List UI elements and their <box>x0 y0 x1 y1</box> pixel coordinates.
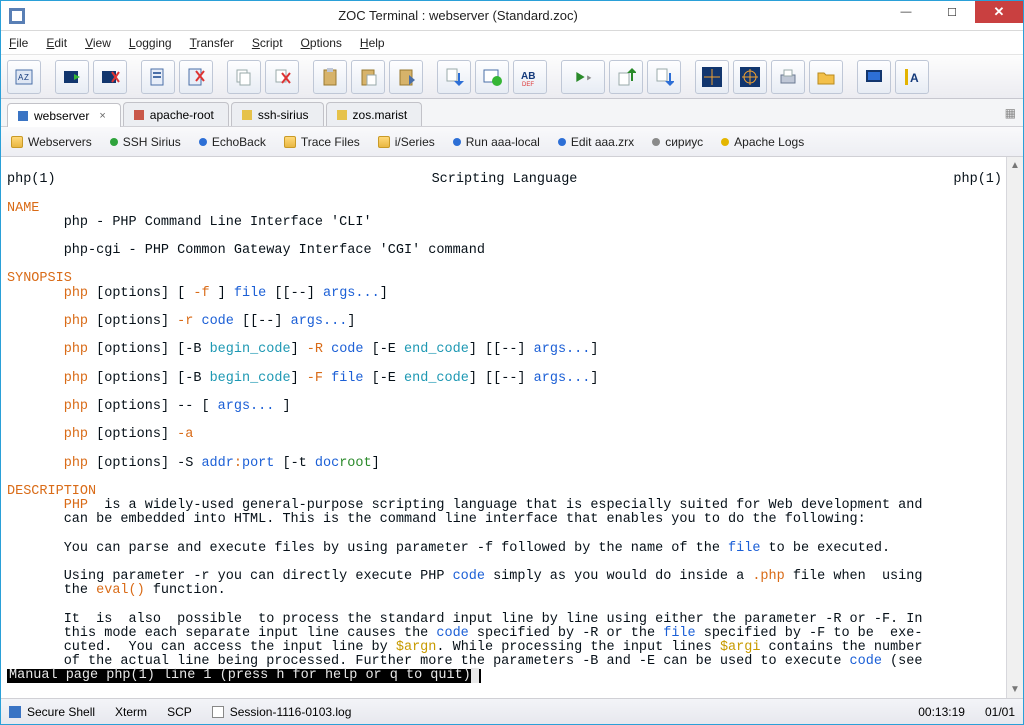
close-button[interactable]: ✕ <box>975 1 1023 23</box>
tab-icon <box>18 111 28 121</box>
ql-edit-aaa[interactable]: Edit aaa.zrx <box>558 135 634 149</box>
tab-webserver[interactable]: webserver × <box>7 103 121 127</box>
man-header-left: php(1) <box>7 173 56 187</box>
folder-icon <box>284 136 296 148</box>
section-name: NAME <box>7 201 39 216</box>
ql-sirius-ru[interactable]: сириус <box>652 135 703 149</box>
status-log[interactable]: Session-1116-0103.log <box>212 705 352 719</box>
tb-target2[interactable] <box>733 60 767 94</box>
text-line: php-cgi - PHP Common Gateway Interface '… <box>7 243 485 258</box>
tab-label: ssh-sirius <box>258 108 309 122</box>
title-bar: ZOC Terminal : webserver (Standard.zoc) … <box>1 1 1023 31</box>
menu-help[interactable]: Help <box>360 36 385 50</box>
tab-icon <box>134 110 144 120</box>
ql-echoback[interactable]: EchoBack <box>199 135 266 149</box>
svg-text:AB: AB <box>521 71 535 82</box>
tb-profile-cancel[interactable] <box>179 60 213 94</box>
folder-icon <box>11 136 23 148</box>
menu-options[interactable]: Options <box>301 36 342 50</box>
svg-text:A: A <box>910 71 919 85</box>
man-status-line: Manual page php(1) line 1 (press h for h… <box>7 669 481 683</box>
status-protocol[interactable]: SCP <box>167 705 192 719</box>
menu-bar: File Edit View Logging Transfer Script O… <box>1 31 1023 55</box>
scroll-down-icon[interactable]: ▼ <box>1007 681 1023 698</box>
bullet-icon <box>558 138 566 146</box>
status-emulation[interactable]: Xterm <box>115 705 147 719</box>
section-synopsis: SYNOPSIS <box>7 271 72 286</box>
menu-file[interactable]: File <box>9 36 28 50</box>
menu-logging[interactable]: Logging <box>129 36 172 50</box>
tb-download[interactable] <box>437 60 471 94</box>
menu-edit[interactable]: Edit <box>46 36 67 50</box>
tab-label: apache-root <box>150 108 214 122</box>
terminal-wrap: php(1)Scripting Languagephp(1) NAME php … <box>1 157 1023 698</box>
session-tabs: webserver × apache-root ssh-sirius zos.m… <box>1 99 1023 127</box>
folder-icon <box>378 136 390 148</box>
tab-close-icon[interactable]: × <box>99 110 105 122</box>
tb-paste3[interactable] <box>389 60 423 94</box>
scroll-up-icon[interactable]: ▲ <box>1007 157 1023 174</box>
status-pos: 01/01 <box>985 705 1015 719</box>
tab-apache-root[interactable]: apache-root <box>123 102 229 126</box>
tb-paste2[interactable] <box>351 60 385 94</box>
menu-script[interactable]: Script <box>252 36 283 50</box>
svg-text:Z: Z <box>24 73 29 82</box>
ql-webservers[interactable]: Webservers <box>11 135 92 149</box>
tab-icon <box>242 110 252 120</box>
ql-ssh-sirius[interactable]: SSH Sirius <box>110 135 181 149</box>
terminal[interactable]: php(1)Scripting Languagephp(1) NAME php … <box>1 157 1006 698</box>
tb-download2[interactable] <box>647 60 681 94</box>
shell-icon <box>9 706 21 718</box>
section-description: DESCRIPTION <box>7 484 96 499</box>
tb-connect[interactable] <box>55 60 89 94</box>
tab-label: zos.marist <box>353 108 408 122</box>
tab-label: webserver <box>34 109 89 123</box>
status-time: 00:13:19 <box>918 705 965 719</box>
tb-paste[interactable] <box>313 60 347 94</box>
maximize-button[interactable]: ☐ <box>929 1 975 23</box>
app-icon <box>9 8 25 24</box>
tb-session[interactable] <box>857 60 891 94</box>
toolbar: AZ ABDEF A <box>1 55 1023 99</box>
tb-tools[interactable]: A <box>895 60 929 94</box>
tab-icon <box>337 110 347 120</box>
bullet-icon <box>721 138 729 146</box>
status-shell[interactable]: Secure Shell <box>9 705 95 719</box>
tab-zos-marist[interactable]: zos.marist <box>326 102 423 126</box>
man-header-center: Scripting Language <box>56 173 954 187</box>
tb-print[interactable] <box>771 60 805 94</box>
tb-target1[interactable] <box>695 60 729 94</box>
bullet-icon <box>199 138 207 146</box>
bullet-icon <box>110 138 118 146</box>
man-header-right: php(1) <box>953 173 1002 187</box>
tab-ssh-sirius[interactable]: ssh-sirius <box>231 102 324 126</box>
tb-cut[interactable] <box>265 60 299 94</box>
tb-textdef[interactable]: ABDEF <box>513 60 547 94</box>
ql-apache-logs[interactable]: Apache Logs <box>721 135 804 149</box>
ql-trace-files[interactable]: Trace Files <box>284 135 360 149</box>
tb-upload[interactable] <box>609 60 643 94</box>
tb-screenlog[interactable] <box>475 60 509 94</box>
tab-overflow-icon[interactable]: ▦ <box>1005 106 1017 120</box>
quick-launch-bar: Webservers SSH Sirius EchoBack Trace Fil… <box>1 127 1023 157</box>
menu-transfer[interactable]: Transfer <box>190 36 234 50</box>
checkbox-icon[interactable] <box>212 706 224 718</box>
tb-profile[interactable] <box>141 60 175 94</box>
vertical-scrollbar[interactable]: ▲ ▼ <box>1006 157 1023 698</box>
svg-text:DEF: DEF <box>522 82 534 87</box>
ql-iseries[interactable]: i/Series <box>378 135 435 149</box>
tb-disconnect[interactable] <box>93 60 127 94</box>
tb-run-script[interactable] <box>561 60 605 94</box>
window-title: ZOC Terminal : webserver (Standard.zoc) <box>33 8 883 23</box>
minimize-button[interactable]: — <box>883 1 929 23</box>
ql-run-aaa[interactable]: Run aaa-local <box>453 135 540 149</box>
status-bar: Secure Shell Xterm SCP Session-1116-0103… <box>1 698 1023 724</box>
tb-hostdir[interactable]: AZ <box>7 60 41 94</box>
bullet-icon <box>453 138 461 146</box>
bullet-icon <box>652 138 660 146</box>
menu-view[interactable]: View <box>85 36 111 50</box>
text-line: php - PHP Command Line Interface 'CLI' <box>7 215 372 230</box>
tb-copy[interactable] <box>227 60 261 94</box>
tb-open-folder[interactable] <box>809 60 843 94</box>
